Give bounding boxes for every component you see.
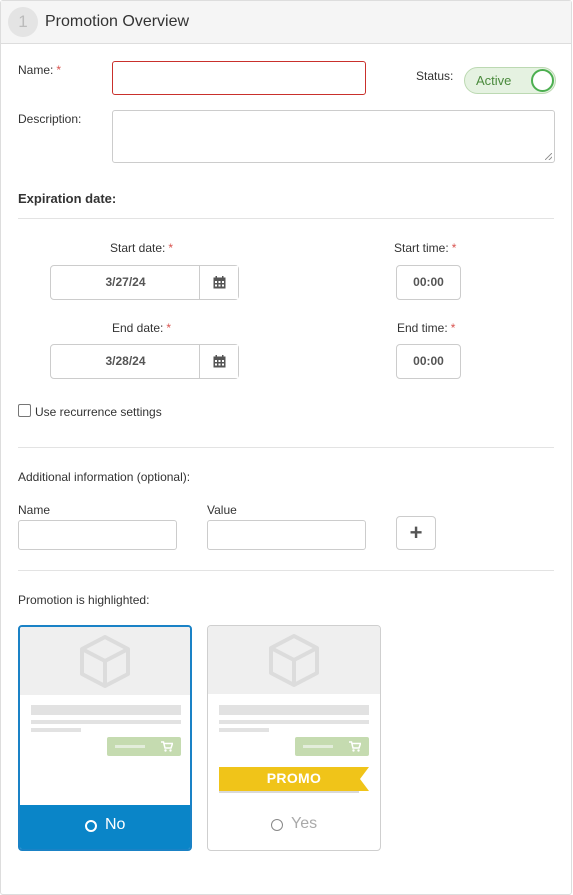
highlight-option-yes[interactable]: PROMO Yes [207, 625, 381, 851]
status-label: Status: [416, 69, 454, 83]
highlight-label: Promotion is highlighted: [18, 593, 150, 607]
end-date-input[interactable]: 3/28/24 [51, 345, 200, 378]
description-label: Description: [18, 112, 82, 126]
start-date-input[interactable]: 3/27/24 [51, 266, 200, 299]
calendar-icon [213, 276, 226, 289]
cart-icon [349, 741, 361, 752]
recurrence-label[interactable]: Use recurrence settings [35, 405, 162, 419]
text-placeholder [31, 728, 81, 732]
end-time-input[interactable]: 00:00 [396, 344, 461, 379]
additional-name-input[interactable] [18, 520, 177, 550]
option-no-label: No [105, 816, 126, 833]
additional-value-label: Value [207, 503, 237, 517]
recurrence-checkbox[interactable] [18, 404, 31, 417]
button-text-placeholder [303, 745, 333, 748]
required-mark: * [168, 241, 174, 255]
additional-name-label: Name [18, 503, 51, 517]
end-time-label-text: End time: [397, 321, 448, 335]
box-icon [269, 634, 319, 687]
divider [18, 447, 554, 448]
radio-icon [271, 819, 283, 831]
resize-grip-icon[interactable] [545, 153, 552, 160]
additional-info-title: Additional information (optional): [18, 470, 191, 484]
add-info-button[interactable]: + [396, 516, 436, 550]
end-date-calendar-button[interactable] [199, 345, 238, 378]
button-text-placeholder [115, 745, 145, 748]
title-placeholder [31, 705, 181, 715]
text-placeholder [31, 720, 181, 724]
start-date-label-text: Start date: [110, 241, 166, 255]
start-date-picker: 3/27/24 [50, 265, 239, 300]
description-textarea[interactable] [112, 110, 555, 163]
start-date-calendar-button[interactable] [199, 266, 238, 299]
start-time-label-text: Start time: [394, 241, 449, 255]
required-mark: * [56, 63, 62, 77]
panel-header: 1 Promotion Overview [1, 1, 571, 44]
name-label-text: Name: [18, 63, 54, 77]
calendar-icon [213, 355, 226, 368]
text-placeholder [219, 720, 369, 724]
add-to-cart-placeholder [107, 737, 181, 756]
name-input[interactable] [112, 61, 366, 95]
promo-badge-text: PROMO [266, 770, 322, 786]
option-yes-label: Yes [291, 815, 318, 832]
status-toggle-knob [531, 69, 554, 92]
step-number: 1 [8, 7, 38, 37]
highlight-option-no[interactable]: No [18, 625, 192, 851]
start-date-label: Start date: * [110, 241, 173, 255]
status-toggle[interactable]: Active [464, 67, 556, 94]
expiration-section-title: Expiration date: [18, 191, 117, 206]
required-mark: * [166, 321, 172, 335]
required-mark: * [450, 321, 456, 335]
text-placeholder [219, 728, 269, 732]
option-no-footer: No [20, 805, 190, 849]
product-image-placeholder [20, 627, 190, 695]
required-mark: * [451, 241, 457, 255]
panel-title: Promotion Overview [45, 13, 190, 30]
end-date-picker: 3/28/24 [50, 344, 239, 379]
name-label: Name: * [18, 63, 61, 77]
product-image-placeholder [208, 626, 380, 694]
status-toggle-text: Active [476, 73, 512, 88]
start-time-label: Start time: * [394, 241, 456, 255]
plus-icon: + [409, 520, 423, 545]
cart-icon [161, 741, 173, 752]
promotion-overview-panel: 1 Promotion Overview Name: * Status: Acti… [0, 0, 572, 895]
add-to-cart-placeholder [295, 737, 369, 756]
start-time-input[interactable]: 00:00 [396, 265, 461, 300]
promo-ribbon: PROMO [219, 767, 369, 791]
end-time-label: End time: * [397, 321, 455, 335]
divider [18, 218, 554, 219]
end-date-label: End date: * [112, 321, 171, 335]
radio-icon [85, 820, 97, 832]
end-date-label-text: End date: [112, 321, 164, 335]
divider [18, 570, 554, 571]
title-placeholder [219, 705, 369, 715]
box-icon [80, 635, 130, 688]
additional-value-input[interactable] [207, 520, 366, 550]
